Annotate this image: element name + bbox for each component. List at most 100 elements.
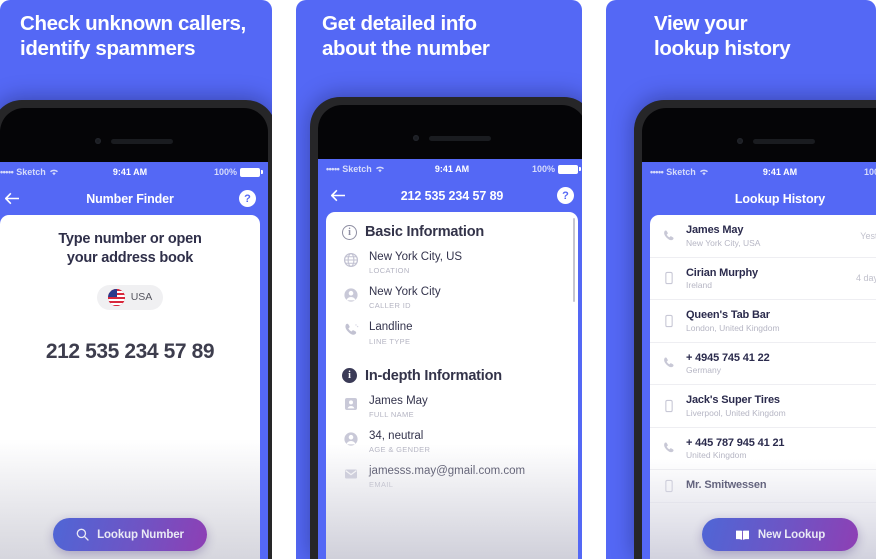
info-label: CALLER ID — [369, 301, 411, 311]
card-prompt: Type number or open your address book — [58, 231, 202, 266]
envelope-icon — [343, 466, 359, 482]
status-bar-right: 100% — [147, 167, 263, 177]
signal-dots-icon: ••••• — [326, 164, 340, 174]
list-item-time: 4 days ago — [855, 273, 876, 284]
info-label: EMAIL — [369, 480, 394, 490]
info-value: jamesss.may@gmail.com.com — [369, 465, 526, 478]
nav-title: Lookup History — [734, 191, 826, 206]
info-label: AGE & GENDER — [369, 445, 431, 455]
mobile-icon — [662, 399, 677, 413]
phone-mockup: ••••• Sketch 9:41 AM 100% Number Finder — [0, 100, 272, 559]
promo-panel-number-finder: Check unknown callers, identify spammers… — [0, 0, 272, 559]
screen-body: i Basic Information New York City, US LO… — [318, 212, 582, 559]
info-value: 34, neutral — [369, 429, 424, 442]
phone-number-input[interactable]: 212 535 234 57 89 — [0, 340, 260, 364]
nav-bar: Lookup History ? — [642, 182, 876, 215]
section-header-indepth: i In-depth Information — [326, 346, 578, 384]
phone-icon — [662, 441, 677, 455]
help-icon[interactable]: ? — [239, 190, 256, 207]
new-lookup-button[interactable]: New Lookup — [702, 518, 858, 551]
info-row: Landline LINE TYPE — [326, 310, 578, 346]
screenshot-gallery: Check unknown callers, identify spammers… — [0, 0, 876, 559]
back-arrow-icon[interactable] — [330, 189, 352, 202]
panel-headline: View your lookup history — [654, 12, 791, 60]
list-item[interactable]: + 4945 745 41 22 Germany 9.12 — [650, 343, 876, 385]
mobile-icon — [662, 479, 677, 493]
phone-mockup: ••••• Sketch 9:41 AM 100% Lookup History… — [634, 100, 876, 559]
list-item[interactable]: Jack's Super Tires Liverpool, United Kin… — [650, 385, 876, 428]
screen-body: Type number or open your address book US… — [0, 215, 268, 559]
status-bar-time: 9:41 AM — [434, 164, 470, 174]
history-card: James May New York City, USA Yesterday C… — [650, 215, 876, 559]
phone-icon — [662, 356, 677, 370]
id-card-icon — [343, 396, 359, 412]
list-item-time: Yesterday — [860, 230, 876, 241]
list-item[interactable]: James May New York City, USA Yesterday — [650, 215, 876, 258]
list-item-name: Cirian Murphy — [686, 266, 758, 279]
signal-dots-icon: ••••• — [0, 167, 14, 177]
front-camera-icon — [737, 138, 743, 144]
nav-title: Number Finder — [86, 191, 174, 206]
promo-panel-detailed-info: Get detailed info about the number •••••… — [296, 0, 582, 559]
globe-icon — [343, 252, 359, 268]
info-label: LINE TYPE — [369, 336, 411, 346]
list-item-name: James May — [686, 224, 744, 236]
list-item-sub: Ireland — [686, 280, 712, 290]
status-bar-right: 100% — [797, 167, 876, 177]
help-icon[interactable]: ? — [557, 187, 574, 204]
promo-panel-lookup-history: View your lookup history ••••• Sketch 9:… — [606, 0, 876, 559]
country-selector[interactable]: USA — [97, 284, 163, 310]
list-item-sub: London, United Kingdom — [686, 322, 780, 333]
wifi-icon — [699, 169, 708, 176]
list-item-name: Jack's Super Tires — [686, 394, 780, 406]
list-item-sub: Germany — [686, 365, 721, 375]
list-item[interactable]: Queen's Tab Bar London, United Kingdom 3… — [650, 300, 876, 343]
info-card: i Basic Information New York City, US LO… — [326, 212, 578, 559]
battery-icon — [558, 164, 581, 174]
list-item-name: + 445 787 945 41 21 — [686, 436, 785, 449]
earpiece-speaker — [111, 138, 173, 144]
list-item-name: + 4945 745 41 22 — [686, 351, 770, 364]
list-item-name: Mr. Smitwessen — [686, 479, 767, 492]
back-arrow-icon[interactable] — [4, 192, 26, 205]
list-item-name: Queen's Tab Bar — [686, 309, 770, 321]
battery-icon — [240, 167, 263, 177]
info-outline-icon: i — [342, 224, 357, 240]
status-bar: ••••• Sketch 9:41 AM 100% — [318, 159, 582, 179]
country-label: USA — [130, 291, 153, 304]
carrier-label: Sketch — [342, 164, 372, 174]
status-bar-left: ••••• Sketch — [0, 167, 113, 177]
info-row: jamesss.may@gmail.com.com EMAIL — [326, 454, 578, 489]
info-row: 34, neutral AGE & GENDER — [326, 419, 578, 454]
wifi-icon — [49, 169, 58, 176]
carrier-label: Sketch — [16, 167, 46, 177]
book-icon — [735, 530, 749, 540]
phone-mockup: ••••• Sketch 9:41 AM 100% 212 535 234 57… — [310, 97, 582, 559]
screen-body: James May New York City, USA Yesterday C… — [642, 215, 876, 559]
earpiece-speaker — [429, 135, 491, 141]
status-bar-left: ••••• Sketch — [326, 164, 435, 174]
list-item-sub: New York City, USA — [686, 237, 761, 248]
battery-percent-label: 100% — [213, 167, 237, 177]
person2-icon — [343, 431, 359, 447]
signal-dots-icon: ••••• — [650, 167, 664, 177]
app-screen: ••••• Sketch 9:41 AM 100% 212 535 234 57… — [318, 159, 582, 559]
section-title: Basic Information — [365, 224, 485, 240]
nav-bar: Number Finder ? — [0, 182, 268, 215]
info-row: New York City, US LOCATION — [326, 240, 578, 275]
scrollbar[interactable] — [573, 218, 575, 302]
list-item-sub: Liverpool, United Kingdom — [686, 407, 786, 418]
list-item[interactable]: + 445 787 945 41 21 United Kingdom 12.11 — [650, 428, 876, 470]
list-item[interactable]: Cirian Murphy Ireland 4 days ago — [650, 258, 876, 300]
mobile-icon — [662, 271, 677, 285]
app-screen: ••••• Sketch 9:41 AM 100% Number Finder — [0, 162, 268, 559]
list-item[interactable]: Mr. Smitwessen — [650, 470, 876, 503]
info-value: James May — [369, 394, 428, 407]
nav-bar: 212 535 234 57 89 ? — [318, 179, 582, 212]
lookup-number-button[interactable]: Lookup Number — [53, 518, 207, 551]
search-icon — [76, 528, 89, 541]
flag-usa-icon — [107, 288, 125, 306]
phone-speaker-row — [0, 138, 268, 144]
section-title: In-depth Information — [365, 367, 502, 384]
carrier-label: Sketch — [666, 167, 696, 177]
